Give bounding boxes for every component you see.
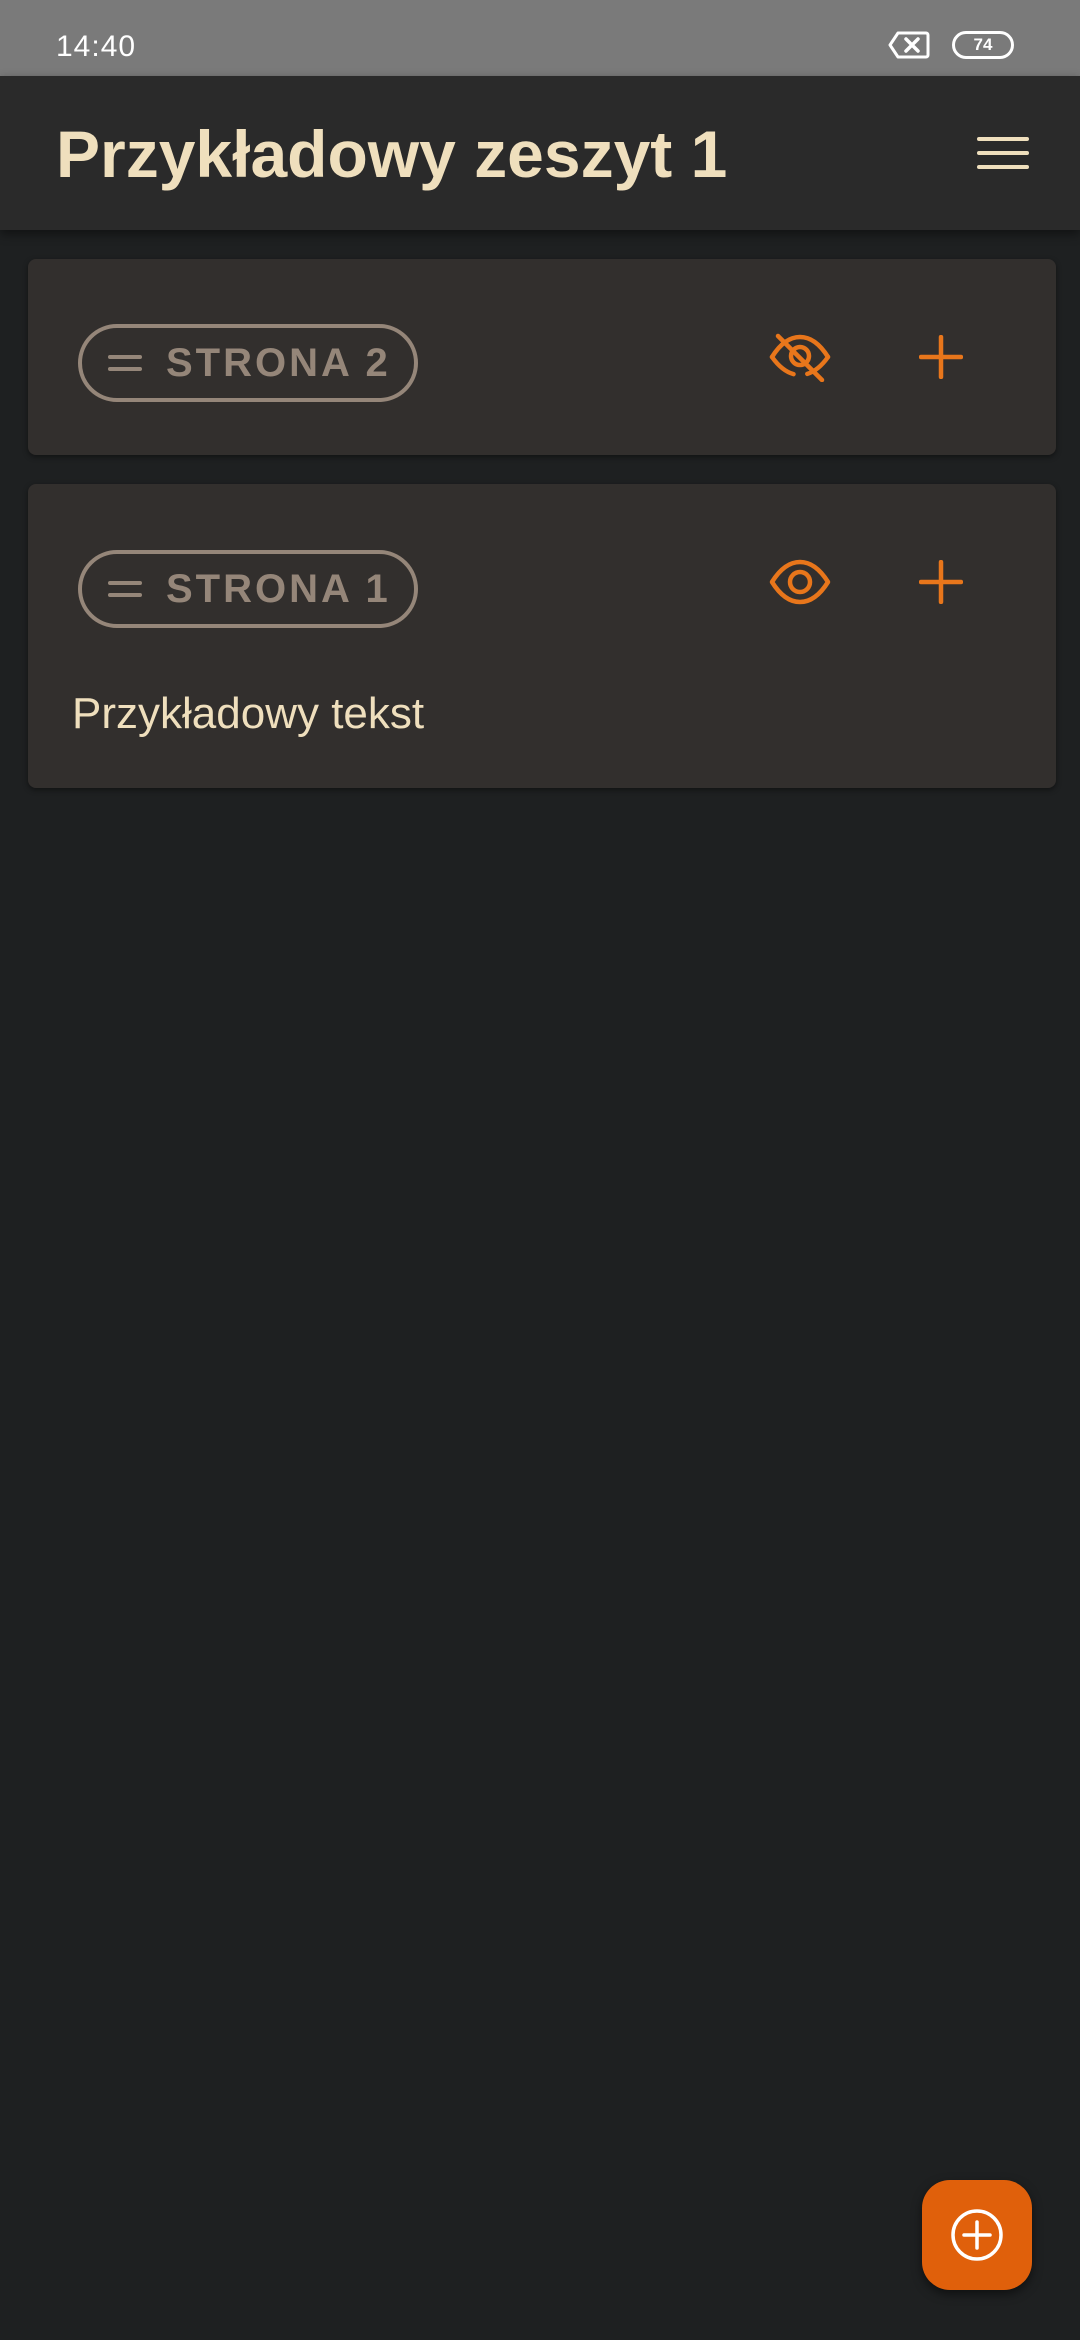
status-bar: 14:40 74	[0, 0, 1080, 76]
page-text[interactable]: Przykładowy tekst	[72, 689, 424, 739]
toggle-visibility-button[interactable]	[755, 537, 845, 627]
page-chip[interactable]: STRONA 2	[78, 324, 418, 402]
menu-button[interactable]	[966, 116, 1040, 190]
status-icons: 74	[888, 30, 1014, 60]
drag-handle-icon[interactable]	[108, 581, 142, 597]
toggle-visibility-button[interactable]	[755, 312, 845, 402]
add-circle-icon	[951, 2209, 1003, 2261]
battery-icon: 74	[952, 31, 1014, 59]
drag-handle-icon[interactable]	[108, 355, 142, 371]
eye-icon	[769, 559, 831, 605]
no-sim-icon	[888, 30, 930, 60]
page-chip-label: STRONA 2	[166, 340, 391, 385]
page-title: Przykładowy zeszyt 1	[56, 117, 728, 191]
hamburger-menu-icon	[977, 137, 1029, 169]
battery-level: 74	[973, 35, 993, 54]
plus-icon	[919, 335, 963, 379]
add-page-fab[interactable]	[922, 2180, 1032, 2290]
page-card[interactable]: STRONA 1 Przykładowy tekst	[28, 484, 1056, 788]
add-button[interactable]	[896, 312, 986, 402]
eye-off-icon	[769, 333, 831, 382]
status-time: 14:40	[56, 30, 137, 63]
page-chip-label: STRONA 1	[166, 566, 391, 611]
app-bar: Przykładowy zeszyt 1	[0, 76, 1080, 230]
page-chip[interactable]: STRONA 1	[78, 550, 418, 628]
plus-icon	[919, 560, 963, 604]
add-button[interactable]	[896, 537, 986, 627]
page-card[interactable]: STRONA 2	[28, 259, 1056, 455]
